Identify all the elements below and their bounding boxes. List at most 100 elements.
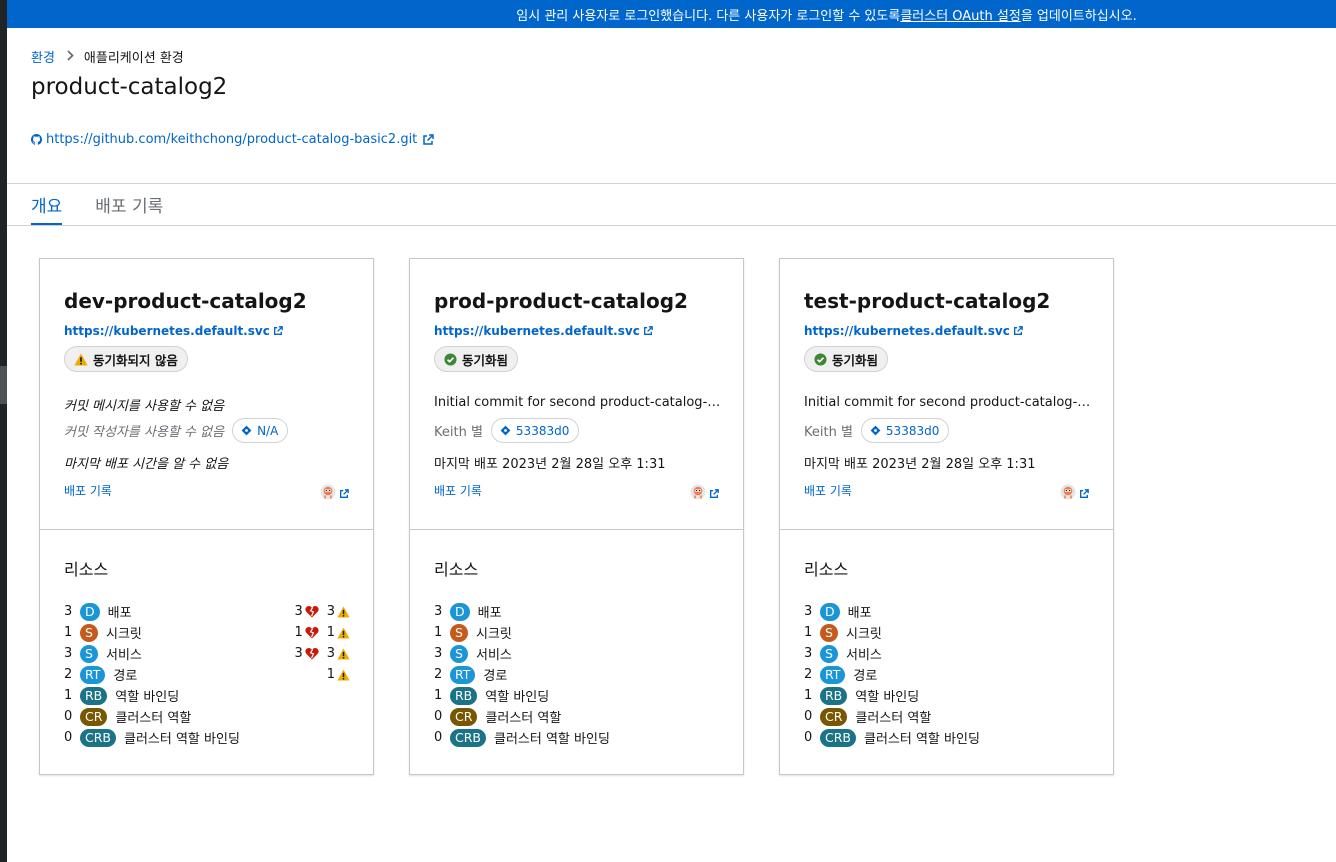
heart-broken-icon bbox=[305, 647, 319, 660]
resource-row-secrets: 1 S 시크릿 bbox=[434, 622, 720, 643]
resource-kind-name: 역할 바인딩 bbox=[115, 690, 180, 705]
argo-cd-link[interactable] bbox=[1060, 484, 1089, 504]
argo-cd-link[interactable] bbox=[320, 484, 349, 504]
commit-author-row: 커밋 작성자를 사용할 수 없음 N/A bbox=[64, 418, 289, 443]
check-circle-icon bbox=[444, 352, 457, 366]
chevron-right-icon bbox=[67, 49, 74, 64]
resource-kind-name: 서비스 bbox=[106, 648, 142, 663]
resource-kind-name: 클러스터 역할 바인딩 bbox=[124, 732, 240, 747]
resource-count: 1 bbox=[434, 625, 443, 640]
nav-rail-indicator bbox=[0, 366, 7, 404]
resource-count: 1 bbox=[434, 688, 443, 703]
resource-kind-badge: RB bbox=[820, 686, 848, 705]
warning-count: 3 bbox=[326, 646, 335, 661]
sync-status-text: 동기화됨 bbox=[832, 352, 879, 368]
external-link-icon bbox=[1013, 326, 1023, 336]
resource-count: 0 bbox=[434, 730, 443, 745]
resource-row-deployments: 3 D 배포 3 3 bbox=[64, 601, 350, 622]
resource-kind-badge: CR bbox=[450, 707, 478, 726]
external-link-icon bbox=[273, 326, 283, 336]
cluster-link[interactable]: https://kubernetes.default.svc bbox=[434, 324, 653, 338]
resource-kind-name: 클러스터 역할 bbox=[855, 711, 932, 726]
resource-kind-name: 경로 bbox=[113, 669, 138, 684]
breadcrumb-current: 애플리케이션 환경 bbox=[83, 51, 184, 66]
commit-sha-label[interactable]: N/A bbox=[232, 418, 289, 443]
resource-kind-name: 서비스 bbox=[846, 648, 882, 663]
resource-kind-badge: RT bbox=[80, 665, 106, 684]
commit-author-row: Keith 별 53383d0 bbox=[434, 418, 580, 443]
sync-status-label: 동기화되지 않음 bbox=[64, 346, 188, 372]
resource-count: 3 bbox=[804, 646, 813, 661]
resource-kind-name: 경로 bbox=[483, 669, 508, 684]
resource-count: 0 bbox=[64, 709, 73, 724]
resource-kind-badge: S bbox=[80, 644, 98, 663]
cluster-url: https://kubernetes.default.svc bbox=[434, 324, 640, 338]
commit-sha: 53383d0 bbox=[885, 423, 940, 438]
resource-row-cluster-role-bindings: 0 CRB 클러스터 역할 바인딩 bbox=[64, 727, 350, 748]
resource-row-deployments: 3 D 배포 bbox=[434, 601, 720, 622]
sync-status-label: 동기화됨 bbox=[804, 346, 889, 372]
warning-count: 1 bbox=[326, 667, 335, 682]
cluster-link[interactable]: https://kubernetes.default.svc bbox=[64, 324, 283, 338]
card-section-divider bbox=[410, 529, 743, 530]
git-commit-icon bbox=[500, 425, 511, 436]
resource-kind-badge: CR bbox=[820, 707, 848, 726]
check-circle-icon bbox=[814, 352, 827, 366]
argo-cd-icon bbox=[320, 484, 336, 504]
warning-triangle-icon bbox=[337, 626, 350, 639]
environment-card-test: test-product-catalog2 https://kubernetes… bbox=[779, 258, 1114, 775]
cluster-url: https://kubernetes.default.svc bbox=[804, 324, 1010, 338]
resource-count: 3 bbox=[64, 646, 73, 661]
cluster-link[interactable]: https://kubernetes.default.svc bbox=[804, 324, 1023, 338]
resource-kind-name: 경로 bbox=[853, 669, 878, 684]
heart-broken-icon bbox=[305, 626, 319, 639]
banner-oauth-link[interactable]: 클러스터 OAuth 설정 bbox=[900, 5, 1021, 24]
commit-author: Keith 별 bbox=[434, 425, 483, 440]
last-deploy-time: 마지막 배포 시간을 알 수 없음 bbox=[64, 457, 229, 472]
tab-deployment-history[interactable]: 배포 기록 bbox=[95, 184, 163, 226]
resource-kind-name: 시크릿 bbox=[846, 627, 882, 642]
resource-kind-name: 배포 bbox=[107, 606, 132, 621]
warning-triangle-icon bbox=[337, 605, 350, 618]
tab-overview[interactable]: 개요 bbox=[31, 184, 63, 226]
repo-link[interactable]: https://github.com/keithchong/product-ca… bbox=[31, 132, 435, 147]
argo-cd-link[interactable] bbox=[690, 484, 719, 504]
cluster-url: https://kubernetes.default.svc bbox=[64, 324, 270, 338]
deployment-history-link[interactable]: 배포 기록 bbox=[64, 482, 112, 499]
commit-sha-label[interactable]: 53383d0 bbox=[860, 418, 950, 443]
commit-message: Initial commit for second product-catalo… bbox=[434, 395, 724, 410]
resource-count: 1 bbox=[804, 688, 813, 703]
resource-kind-badge: CR bbox=[80, 707, 108, 726]
breadcrumb-environments-link[interactable]: 환경 bbox=[31, 47, 55, 66]
resource-kind-badge: D bbox=[450, 602, 470, 621]
commit-message: 커밋 메시지를 사용할 수 없음 bbox=[64, 399, 225, 414]
banner-text-after: 을 업데이트하십시오. bbox=[1020, 8, 1137, 24]
resource-row-cluster-roles: 0 CR 클러스터 역할 bbox=[64, 706, 350, 727]
commit-sha: N/A bbox=[257, 423, 279, 438]
environment-card-prod: prod-product-catalog2 https://kubernetes… bbox=[409, 258, 744, 775]
commit-author: 커밋 작성자를 사용할 수 없음 bbox=[64, 425, 225, 440]
tab-bar: 개요 배포 기록 bbox=[31, 184, 196, 226]
resource-kind-badge: S bbox=[820, 644, 838, 663]
deployment-history-link[interactable]: 배포 기록 bbox=[804, 482, 852, 499]
resource-kind-badge: S bbox=[450, 644, 468, 663]
resource-kind-badge: S bbox=[80, 623, 98, 642]
resources-list: 3 D 배포 3 3 1 S 시크릿 1 1 3 S 서비스 3 3 2 RT … bbox=[64, 601, 350, 748]
tabs-divider-bottom bbox=[7, 225, 1336, 226]
deployment-history-link[interactable]: 배포 기록 bbox=[434, 482, 482, 499]
resource-kind-badge: RB bbox=[80, 686, 108, 705]
resource-health: 1 bbox=[327, 664, 350, 685]
environment-name: test-product-catalog2 bbox=[804, 289, 1051, 313]
resource-count: 3 bbox=[434, 604, 443, 619]
resource-kind-name: 배포 bbox=[847, 606, 872, 621]
warning-triangle-icon bbox=[337, 647, 350, 660]
resource-row-cluster-roles: 0 CR 클러스터 역할 bbox=[804, 706, 1090, 727]
resource-count: 1 bbox=[64, 625, 73, 640]
resource-row-cluster-role-bindings: 0 CRB 클러스터 역할 바인딩 bbox=[804, 727, 1090, 748]
commit-sha-label[interactable]: 53383d0 bbox=[490, 418, 580, 443]
warning-triangle-icon bbox=[74, 353, 88, 366]
card-section-divider bbox=[780, 529, 1113, 530]
cluster-admin-banner: 임시 관리 사용자로 로그인했습니다. 다른 사용자가 로그인할 수 있도록 클… bbox=[7, 0, 1336, 28]
commit-message: Initial commit for second product-catalo… bbox=[804, 395, 1094, 410]
argo-cd-icon bbox=[690, 484, 706, 504]
